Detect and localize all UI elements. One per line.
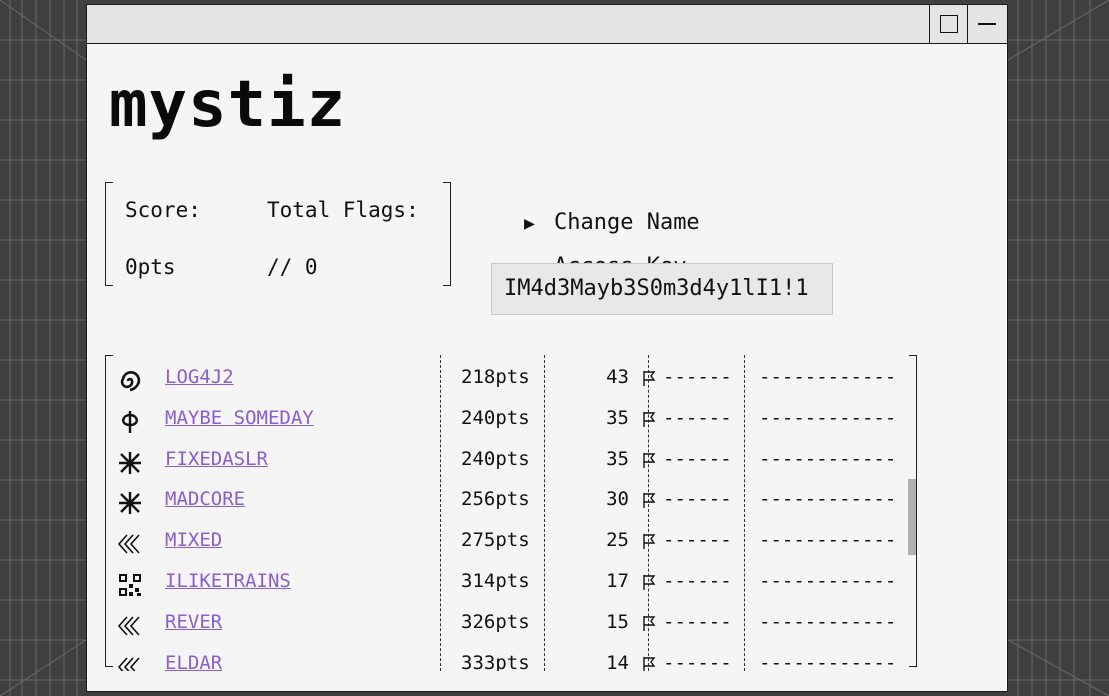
rewind-icon: [117, 613, 143, 639]
flag-icon: [641, 613, 657, 633]
challenge-solved-col: ------: [663, 447, 732, 470]
phi-icon: [117, 409, 143, 435]
spiral-icon: [117, 368, 143, 394]
profile-window: mystiz Score: Total Flags: 0pts // 0 ▶ Ch…: [86, 4, 1008, 692]
minimize-button[interactable]: [967, 5, 1005, 43]
qr-icon: [117, 572, 143, 598]
asterisk-icon: [117, 450, 143, 476]
challenge-solved-col: ------: [663, 529, 732, 552]
challenge-row: MAYBE SOMEDAY 240pts 35 ------ ------------: [105, 401, 917, 441]
access-key-value[interactable]: IM4d3Mayb3S0m3d4y1lI1!1: [491, 263, 833, 315]
challenge-row: ILIKETRAINS 314pts 17 ------ ------------: [105, 564, 917, 604]
challenge-points: 333pts: [461, 651, 530, 671]
flag-icon: [641, 654, 657, 671]
challenge-solved-col: ------: [663, 406, 732, 429]
challenge-link[interactable]: ILIKETRAINS: [165, 570, 291, 592]
maximize-icon: [940, 15, 958, 33]
challenge-solved-col: ------: [663, 366, 732, 388]
rewind-icon: [117, 654, 143, 671]
challenge-points: 326pts: [461, 610, 530, 633]
flag-icon: [641, 531, 657, 551]
bracket-left: [105, 182, 113, 286]
challenge-link[interactable]: MADCORE: [165, 488, 245, 510]
score-label: Score:: [125, 198, 201, 222]
challenge-time-col: ------------: [759, 406, 897, 429]
challenge-row: REVER 326pts 15 ------ ------------: [105, 605, 917, 645]
challenge-time-col: ------------: [759, 651, 897, 671]
challenge-link[interactable]: MAYBE SOMEDAY: [165, 407, 314, 429]
bracket-right: [443, 182, 451, 286]
challenge-points: 314pts: [461, 570, 530, 592]
page-title: mystiz: [109, 68, 347, 142]
asterisk-icon: [117, 490, 143, 516]
challenge-row: LOG4J2 218pts 43 ------ ------------: [105, 360, 917, 400]
challenge-row: ELDAR 333pts 14 ------ ------------: [105, 646, 917, 671]
challenge-time-col: ------------: [759, 529, 897, 552]
window-titlebar[interactable]: [87, 5, 1007, 44]
challenge-solved-col: ------: [663, 570, 732, 592]
challenge-link[interactable]: FIXEDASLR: [165, 448, 268, 470]
minimize-icon: [978, 23, 996, 25]
challenge-time-col: ------------: [759, 447, 897, 470]
challenge-solves: 35: [606, 447, 629, 470]
scrollbar-thumb[interactable]: [908, 479, 916, 555]
flag-icon: [641, 409, 657, 429]
challenge-solved-col: ------: [663, 488, 732, 511]
challenge-points: 240pts: [461, 406, 530, 429]
challenge-link[interactable]: LOG4J2: [165, 366, 234, 388]
challenge-row: MIXED 275pts 25 ------ ------------: [105, 523, 917, 563]
challenge-solves: 43: [606, 366, 629, 388]
challenge-time-col: ------------: [759, 488, 897, 511]
challenge-solves: 14: [606, 651, 629, 671]
challenge-solves: 35: [606, 406, 629, 429]
challenge-row: MADCORE 256pts 30 ------ ------------: [105, 482, 917, 522]
challenge-points: 218pts: [461, 366, 530, 388]
challenge-link[interactable]: ELDAR: [165, 652, 222, 671]
rewind-icon: [117, 531, 143, 557]
challenge-time-col: ------------: [759, 610, 897, 633]
flag-icon: [641, 368, 657, 388]
challenge-solved-col: ------: [663, 610, 732, 633]
challenge-link[interactable]: MIXED: [165, 529, 222, 551]
challenge-link[interactable]: REVER: [165, 611, 222, 633]
challenge-solves: 30: [606, 488, 629, 511]
score-value: 0pts: [125, 255, 176, 279]
total-flags-value: // 0: [267, 255, 318, 279]
total-flags-label: Total Flags:: [267, 198, 419, 222]
challenge-solves: 15: [606, 610, 629, 633]
challenge-solves: 17: [606, 570, 629, 592]
maximize-button[interactable]: [929, 5, 967, 43]
stats-panel: Score: Total Flags: 0pts // 0: [105, 182, 451, 286]
flag-icon: [641, 450, 657, 470]
challenge-solved-col: ------: [663, 651, 732, 671]
challenge-time-col: ------------: [759, 570, 897, 592]
challenge-points: 240pts: [461, 447, 530, 470]
challenge-points: 256pts: [461, 488, 530, 511]
challenge-points: 275pts: [461, 529, 530, 552]
flag-icon: [641, 490, 657, 510]
challenge-row: FIXEDASLR 240pts 35 ------ ------------: [105, 442, 917, 482]
challenge-list: LOG4J2 218pts 43 ------ ------------ MAYBE SO…: [105, 355, 917, 671]
flag-icon: [641, 572, 657, 592]
challenge-solves: 25: [606, 529, 629, 552]
challenge-time-col: ------------: [759, 366, 897, 388]
